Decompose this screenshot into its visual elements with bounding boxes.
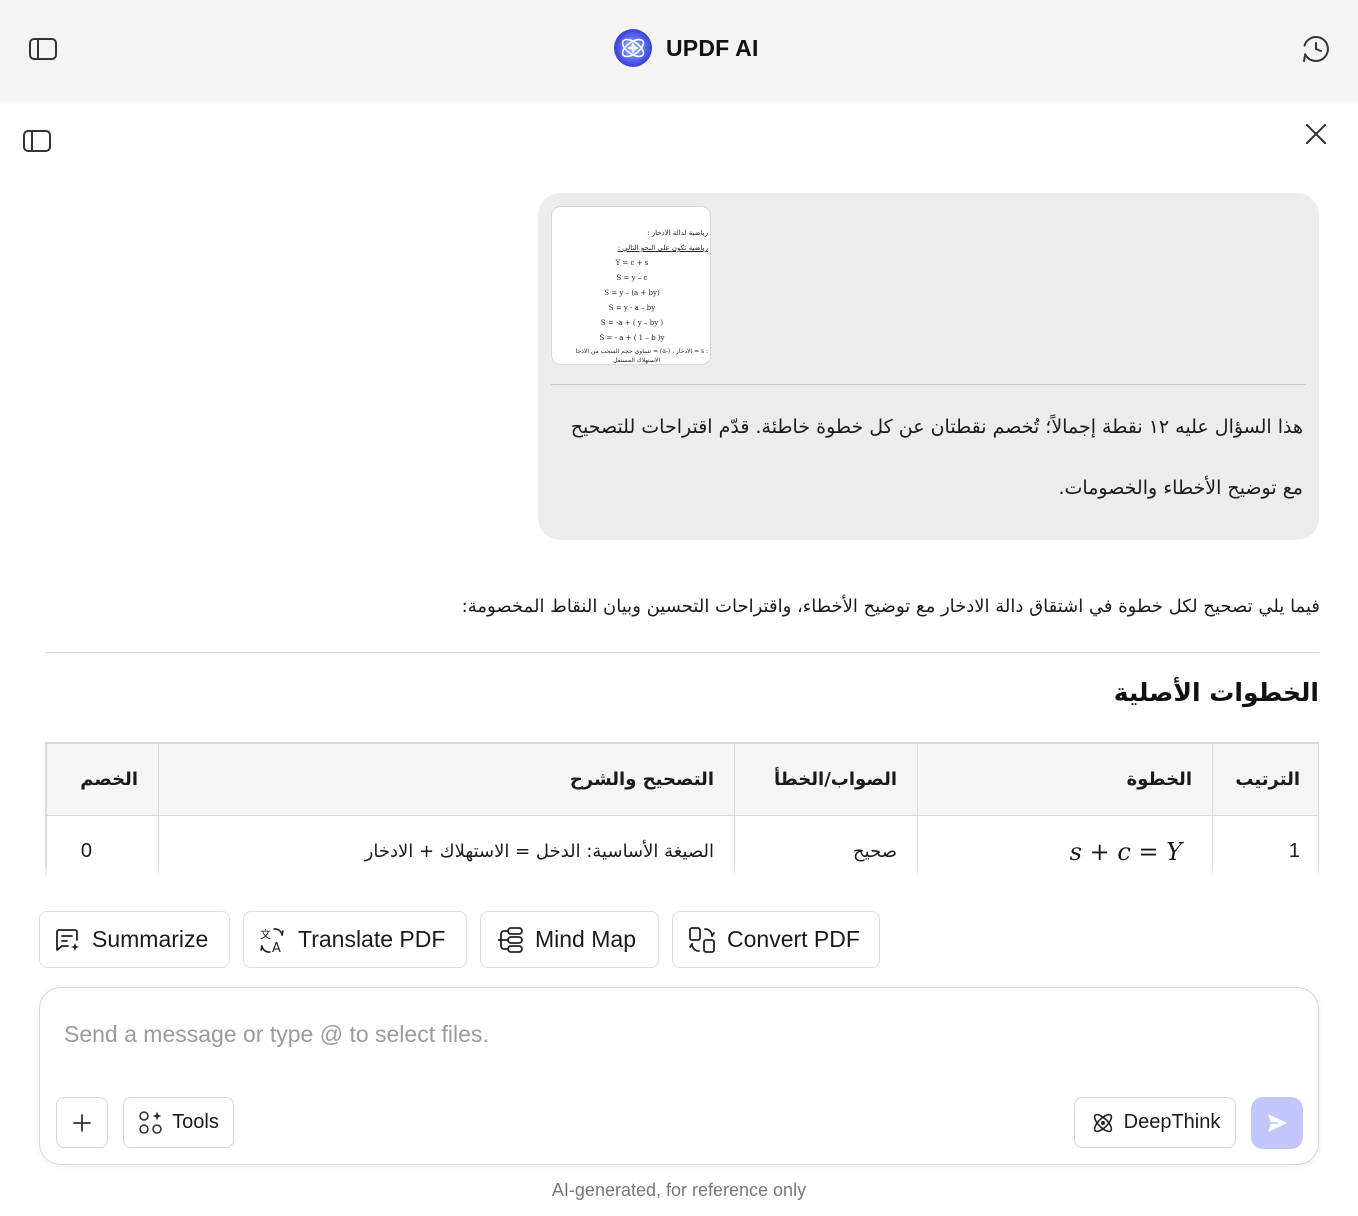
response-intro: فيما يلي تصحيح لكل خطوة في اشتقاق دالة ا… [461,596,1320,617]
app-brand: UPDF AI [612,27,759,69]
disclaimer-note: AI-generated, for reference only [551,1180,807,1200]
mind-map-button[interactable]: Mind Map [480,911,659,968]
user-message-text: هذا السؤال عليه ١٢ نقطة إجمالاً؛ تُخصم ن… [570,416,1303,499]
attachment-line: S = y – c [616,274,648,282]
attachment-line: S = y – (a + by) [604,289,660,297]
message-composer: Tools DeepThink [39,987,1319,1165]
summarize-icon [56,928,79,951]
response-divider [45,652,1319,653]
tools-label: Tools [172,1111,219,1133]
convert-pdf-label: Convert PDF [727,926,860,952]
add-attachment-button[interactable] [56,1097,108,1148]
section-heading: الخطوات الأصلية [1113,678,1319,707]
close-button[interactable] [1300,118,1332,150]
steps-table: الترتيب الخطوة الصواب/الخطأ التصحيح والش… [45,742,1319,878]
attachment-line: رياضية لدالة الادخار : [647,229,708,237]
translate-icon: 文 A [260,927,284,955]
sidebar-panel-icon [23,130,51,152]
attachment-line: S = - a + ( 1 – b )y [599,334,665,342]
table-header: الخطوة [917,743,1213,816]
table-header-row: الترتيب الخطوة الصواب/الخطأ التصحيح والش… [46,743,1318,816]
table-header: الصواب/الخطأ [734,743,918,816]
user-message-bubble: رياضية لدالة الادخار : رياضية تكون على ا… [538,193,1319,540]
plus-icon [73,1113,91,1132]
mind-map-icon [498,926,523,953]
convert-pdf-button[interactable]: Convert PDF [672,911,880,968]
message-input[interactable] [64,1014,1264,1054]
deepthink-button[interactable]: DeepThink [1074,1097,1236,1148]
attachment-line: الاستهلاك المستقل [613,357,660,364]
table-header: الترتيب [1212,743,1318,816]
attachment-thumbnail[interactable]: رياضية لدالة الادخار : رياضية تكون على ا… [551,206,711,365]
attachment-line: S = y - a – by [608,304,656,312]
close-icon [1306,124,1326,144]
history-button[interactable] [1298,32,1334,66]
updf-ai-logo-icon [614,29,652,67]
send-button[interactable] [1251,1097,1303,1149]
send-icon [1268,1114,1287,1132]
sidebar-panel-icon [29,38,57,60]
translate-pdf-label: Translate PDF [298,926,446,952]
attachment-line: رياضية تكون على النحو التالي : [617,244,708,252]
top-bar: UPDF AI [0,0,1358,102]
app-title: UPDF AI [666,34,759,61]
scroll-fade [0,862,1358,880]
tools-grid-icon [139,1110,162,1134]
attachment-line: S = -a + ( y – by ) [600,319,664,327]
deepthink-label: DeepThink [1123,1111,1221,1133]
summarize-button[interactable]: Summarize [39,911,230,968]
mind-map-label: Mind Map [535,926,636,952]
sidebar-toggle-button[interactable] [26,34,60,64]
clock-history-icon [1303,36,1329,62]
tools-button[interactable]: Tools [123,1097,234,1148]
table-header: التصحيح والشرح [158,743,735,816]
panel-toggle-button[interactable] [20,126,54,156]
attachment-line: : s = الادخار ، (-a) = تساوي حجم السحب م… [575,348,708,355]
attachment-line: Y = c + s [615,259,649,267]
atom-icon [1093,1113,1112,1132]
svg-text:文: 文 [260,927,271,941]
table-header: الخصم [46,743,159,816]
svg-text:A: A [272,941,281,955]
bubble-divider [551,384,1306,385]
convert-icon [689,926,715,953]
translate-pdf-button[interactable]: 文 A Translate PDF [243,911,467,968]
summarize-label: Summarize [92,926,209,952]
